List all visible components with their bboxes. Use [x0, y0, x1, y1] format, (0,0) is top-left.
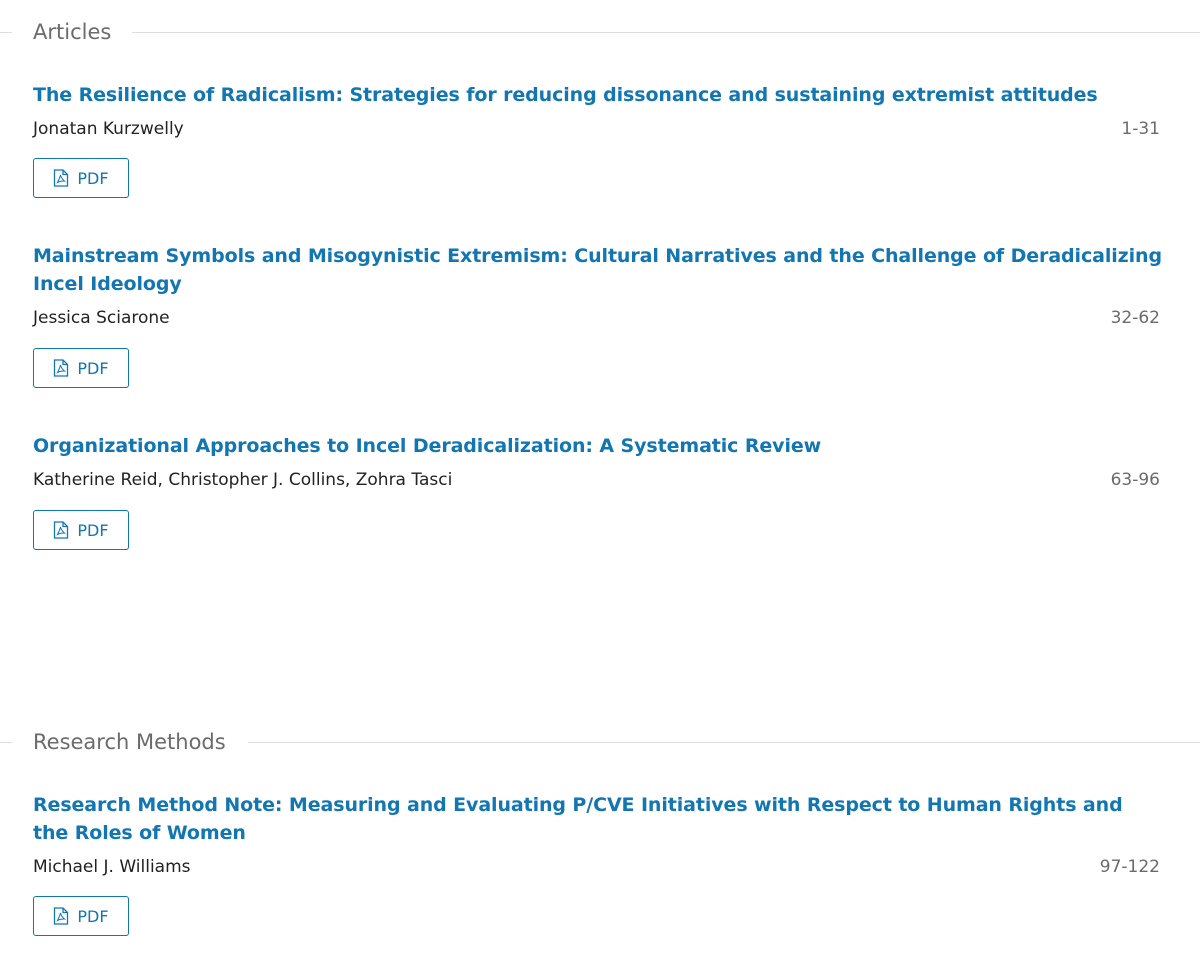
- article-title-link[interactable]: The Resilience of Radicalism: Strategies…: [33, 81, 1163, 109]
- section-header: Articles: [0, 14, 1200, 50]
- pdf-button-label: PDF: [77, 168, 109, 188]
- article-item: Organizational Approaches to Incel Derad…: [33, 432, 1163, 550]
- pdf-button-label: PDF: [77, 520, 109, 540]
- section-rule: [0, 742, 12, 743]
- section-rule: [248, 742, 1200, 743]
- article-pages: 97-122: [1099, 857, 1160, 877]
- pdf-download-button[interactable]: PDF: [33, 896, 129, 936]
- pdf-file-icon: [54, 169, 69, 187]
- article-pages: 63-96: [1110, 470, 1160, 490]
- article-authors: Michael J. Williams: [33, 857, 191, 877]
- article-authors: Jonatan Kurzwelly: [33, 119, 184, 139]
- article-pages: 1-31: [1121, 119, 1160, 139]
- article-authors: Jessica Sciarone: [33, 308, 170, 328]
- issue-toc: Articles The Resilience of Radicalism: S…: [0, 0, 1200, 967]
- section-title: Articles: [33, 20, 112, 44]
- article-meta: Michael J. Williams 97-122: [33, 854, 1163, 880]
- section-header: Research Methods: [0, 724, 1200, 760]
- pdf-button-label: PDF: [77, 358, 109, 378]
- article-item: Mainstream Symbols and Misogynistic Extr…: [33, 242, 1163, 388]
- pdf-file-icon: [54, 359, 69, 377]
- section-rule: [0, 32, 12, 33]
- article-title-link[interactable]: Mainstream Symbols and Misogynistic Extr…: [33, 242, 1163, 298]
- article-pages: 32-62: [1110, 308, 1160, 328]
- article-item: Research Method Note: Measuring and Eval…: [33, 791, 1163, 936]
- article-title-link[interactable]: Research Method Note: Measuring and Eval…: [33, 791, 1163, 847]
- pdf-download-button[interactable]: PDF: [33, 158, 129, 198]
- article-meta: Jonatan Kurzwelly 1-31: [33, 116, 1163, 142]
- article-meta: Jessica Sciarone 32-62: [33, 305, 1163, 331]
- pdf-file-icon: [54, 521, 69, 539]
- section-title: Research Methods: [33, 730, 226, 754]
- article-authors: Katherine Reid, Christopher J. Collins, …: [33, 470, 453, 490]
- article-title-link[interactable]: Organizational Approaches to Incel Derad…: [33, 432, 1163, 460]
- article-meta: Katherine Reid, Christopher J. Collins, …: [33, 467, 1163, 493]
- section-research-methods: Research Methods: [0, 724, 1200, 760]
- section-articles: Articles: [0, 14, 1200, 50]
- pdf-button-label: PDF: [77, 906, 109, 926]
- pdf-file-icon: [54, 907, 69, 925]
- pdf-download-button[interactable]: PDF: [33, 348, 129, 388]
- article-item: The Resilience of Radicalism: Strategies…: [33, 81, 1163, 198]
- pdf-download-button[interactable]: PDF: [33, 510, 129, 550]
- section-rule: [132, 32, 1200, 33]
